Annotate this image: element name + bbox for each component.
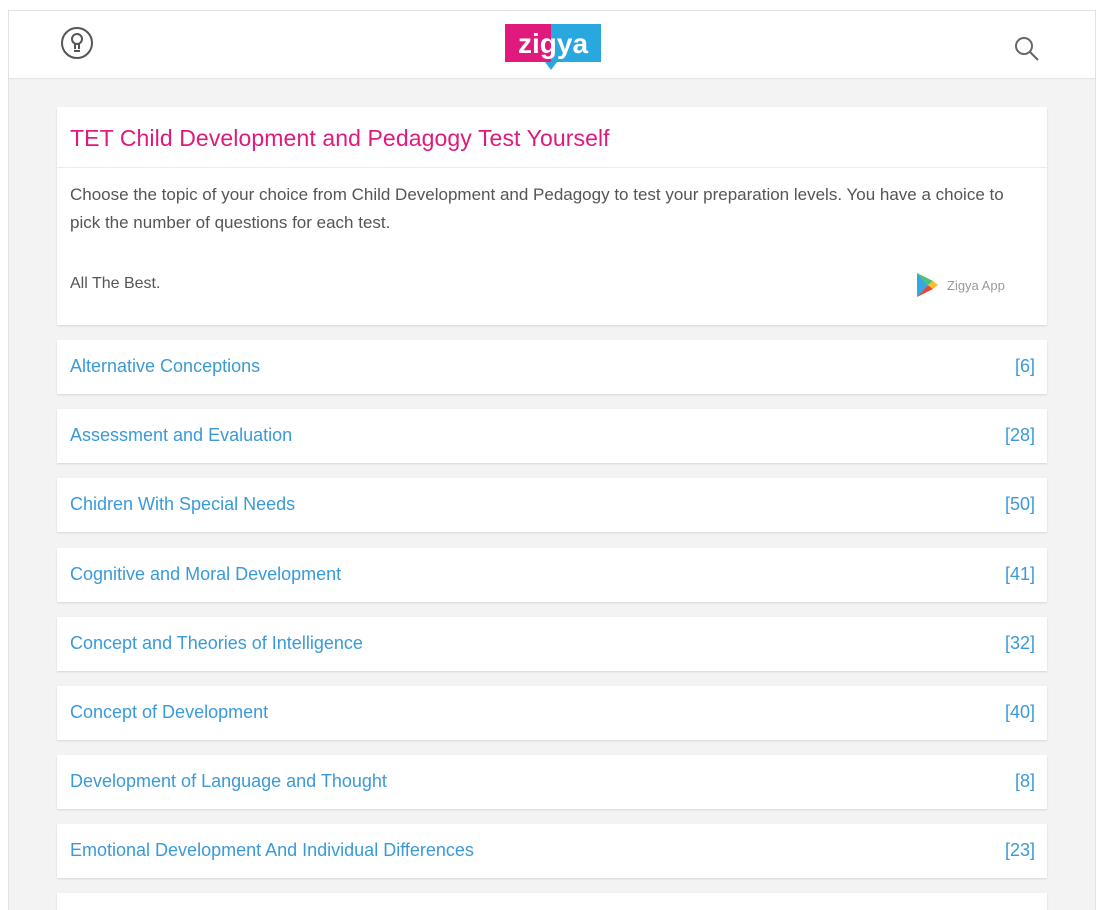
topic-name: Concept and Theories of Intelligence: [70, 633, 363, 653]
logo-text: zigya: [518, 28, 588, 59]
divider: [57, 167, 1047, 168]
topic-count: [8]: [1014, 771, 1035, 791]
app-label: Zigya App: [947, 277, 1005, 293]
top-bar: zigya: [9, 11, 1095, 79]
lightbulb-icon: [61, 27, 93, 59]
topic-item[interactable]: Assessment and Evaluation [28]: [57, 409, 1047, 463]
topic-count: [40]: [1004, 702, 1035, 722]
topic-count: [32]: [1004, 633, 1035, 653]
page-title: TET Child Development and Pedagogy Test …: [70, 125, 610, 151]
zigya-app-link[interactable]: Zigya App: [915, 271, 1005, 299]
topic-name: Emotional Development And Individual Dif…: [70, 840, 474, 860]
intro-card: TET Child Development and Pedagogy Test …: [57, 107, 1047, 325]
app-frame: zigya TET Child Development and Pedagogy…: [8, 10, 1096, 910]
topic-count: [28]: [1004, 425, 1035, 445]
intro-sign-off: All The Best.: [70, 275, 161, 292]
topic-name: Cognitive and Moral Development: [70, 564, 342, 584]
topic-item[interactable]: Concept of Development [40]: [57, 686, 1047, 740]
topic-name: Chidren With Special Needs: [70, 494, 296, 514]
topic-item-partial[interactable]: [57, 893, 1047, 910]
topic-item[interactable]: Concept and Theories of Intelligence [32…: [57, 617, 1047, 671]
topic-count: [23]: [1004, 840, 1035, 860]
topic-name: Development of Language and Thought: [70, 771, 387, 791]
topic-name: Assessment and Evaluation: [70, 425, 293, 445]
lightbulb-button[interactable]: [59, 25, 95, 61]
topic-name: Concept of Development: [70, 702, 269, 722]
topic-item[interactable]: Cognitive and Moral Development [41]: [57, 548, 1047, 602]
intro-description: Choose the topic of your choice from Chi…: [70, 185, 1004, 232]
topic-name: Alternative Conceptions: [70, 356, 261, 376]
search-icon: [1015, 37, 1039, 61]
zigya-logo[interactable]: zigya: [505, 24, 601, 70]
google-play-icon: [917, 273, 938, 297]
topic-count: [41]: [1004, 564, 1035, 584]
topic-item[interactable]: Alternative Conceptions [6]: [57, 340, 1047, 394]
topic-item[interactable]: Development of Language and Thought [8]: [57, 755, 1047, 809]
topic-item[interactable]: Emotional Development And Individual Dif…: [57, 824, 1047, 878]
topic-item[interactable]: Chidren With Special Needs [50]: [57, 478, 1047, 532]
topic-count: [6]: [1014, 356, 1035, 376]
topic-count: [50]: [1004, 494, 1035, 514]
search-button[interactable]: [1013, 35, 1041, 63]
main-content: TET Child Development and Pedagogy Test …: [57, 107, 1047, 910]
